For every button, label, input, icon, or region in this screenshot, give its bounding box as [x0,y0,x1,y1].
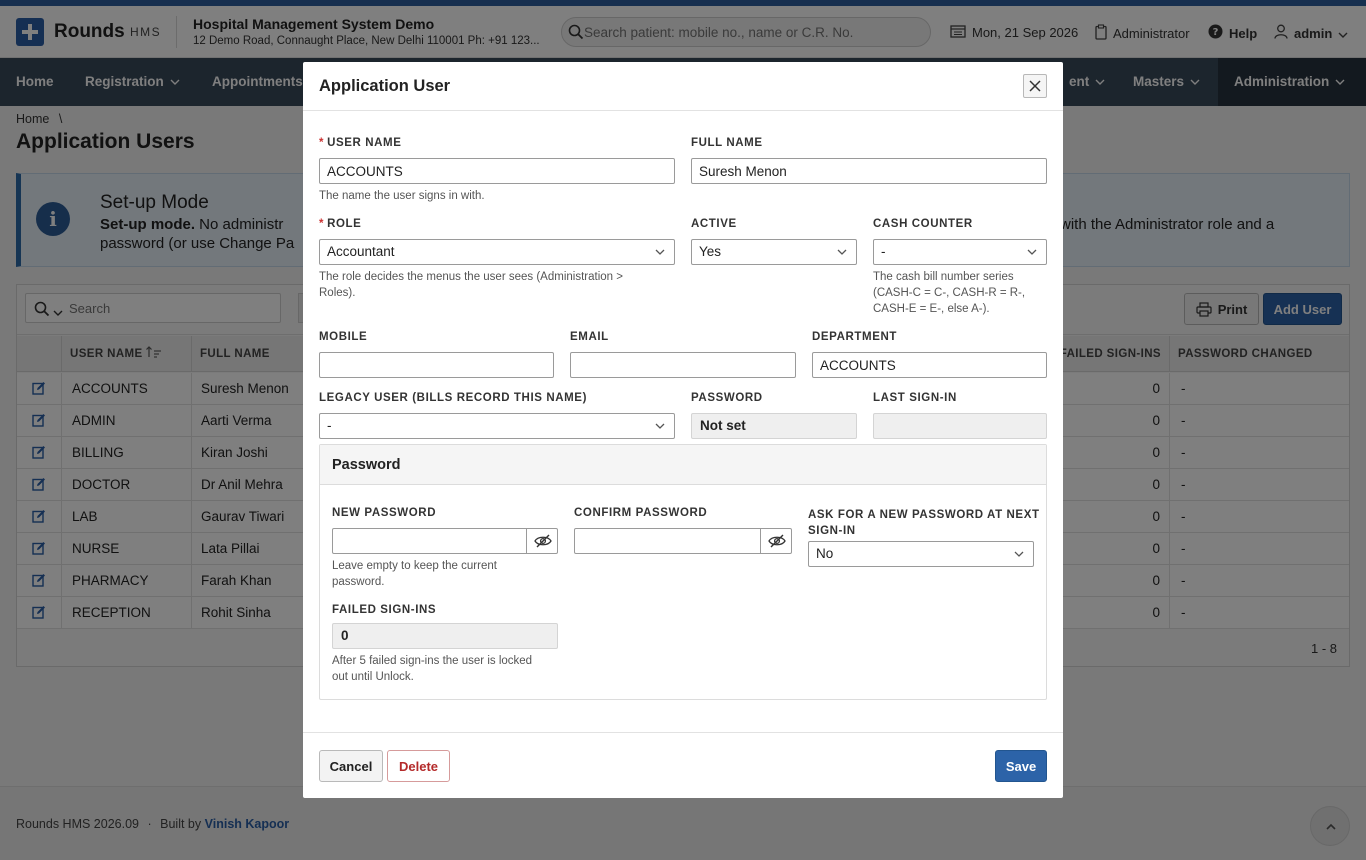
password-status-label: PASSWORD [691,392,763,404]
role-help: The role decides the menus the user sees… [319,271,623,299]
password-panel: Password NEW PASSWORD Leave empty to kee… [319,444,1047,700]
password-panel-header: Password [320,445,1046,485]
toggle-confirm-password-button[interactable] [760,528,792,554]
dialog-title: Application User [319,77,451,95]
user-name-label-text: USER NAME [327,137,402,149]
chevron-down-icon [1027,249,1037,255]
user-name-help: The name the user signs in with. [319,190,485,202]
save-button[interactable]: Save [995,750,1047,782]
confirm-password-input[interactable] [574,528,761,554]
email-label: EMAIL [570,331,609,343]
department-input[interactable] [812,352,1047,378]
cash-counter-label: CASH COUNTER [873,218,973,230]
last-signin-value [873,413,1047,439]
email-input[interactable] [570,352,796,378]
chevron-down-icon [655,423,665,429]
cancel-button[interactable]: Cancel [319,750,383,782]
new-password-help: Leave empty to keep the current password… [332,560,497,588]
chevron-down-icon [1014,551,1024,557]
full-name-label: FULL NAME [691,137,763,149]
delete-button[interactable]: Delete [387,750,450,782]
new-password-label: NEW PASSWORD [332,507,437,519]
last-signin-label: LAST SIGN-IN [873,392,957,404]
ask-new-password-label-line1: ASK FOR A NEW PASSWORD AT NEXT [808,509,1040,521]
required-marker: * [319,218,325,230]
dialog-footer: Cancel Delete Save [303,732,1063,798]
department-label: DEPARTMENT [812,331,898,343]
failed-signins-label: FAILED SIGN-INS [332,604,437,616]
ask-new-password-value: No [816,546,834,561]
eye-slash-icon [768,534,786,548]
ask-new-password-label: ASK FOR A NEW PASSWORD AT NEXT SIGN-IN [808,507,1040,539]
dialog-header: Application User [303,62,1063,111]
close-button[interactable] [1023,74,1047,98]
chevron-down-icon [655,249,665,255]
toggle-new-password-button[interactable] [526,528,558,554]
required-marker: * [319,137,325,149]
role-label-text: ROLE [327,218,362,230]
role-label: * ROLE [319,218,361,230]
application-user-dialog: Application User *USER NAME The name the… [303,62,1063,798]
mobile-label: MOBILE [319,331,368,343]
password-panel-title: Password [332,457,401,473]
ask-new-password-select[interactable]: No [808,541,1034,567]
legacy-user-label: LEGACY USER (BILLS RECORD THIS NAME) [319,392,588,404]
new-password-input[interactable] [332,528,527,554]
role-select-value: Accountant [327,244,395,259]
cash-counter-help: The cash bill number series (CASH-C = C-… [873,271,1026,315]
role-select[interactable]: Accountant [319,239,675,265]
chevron-down-icon [837,249,847,255]
legacy-user-select[interactable]: - [319,413,675,439]
user-name-label: * USER NAME [319,137,401,149]
legacy-user-select-value: - [327,418,332,433]
active-select-value: Yes [699,244,722,259]
password-status-value: Not set [691,413,857,439]
cash-counter-select-value: - [881,244,886,259]
active-label: ACTIVE [691,218,737,230]
full-name-input[interactable] [691,158,1047,184]
failed-signins-help: After 5 failed sign-ins the user is lock… [332,655,533,683]
user-name-input[interactable] [319,158,675,184]
cash-counter-select[interactable]: - [873,239,1047,265]
active-select[interactable]: Yes [691,239,857,265]
mobile-input[interactable] [319,352,554,378]
close-icon [1029,80,1041,92]
ask-new-password-label-line2: SIGN-IN [808,525,856,537]
failed-signins-value: 0 [332,623,558,649]
confirm-password-label: CONFIRM PASSWORD [574,507,708,519]
eye-slash-icon [534,534,552,548]
